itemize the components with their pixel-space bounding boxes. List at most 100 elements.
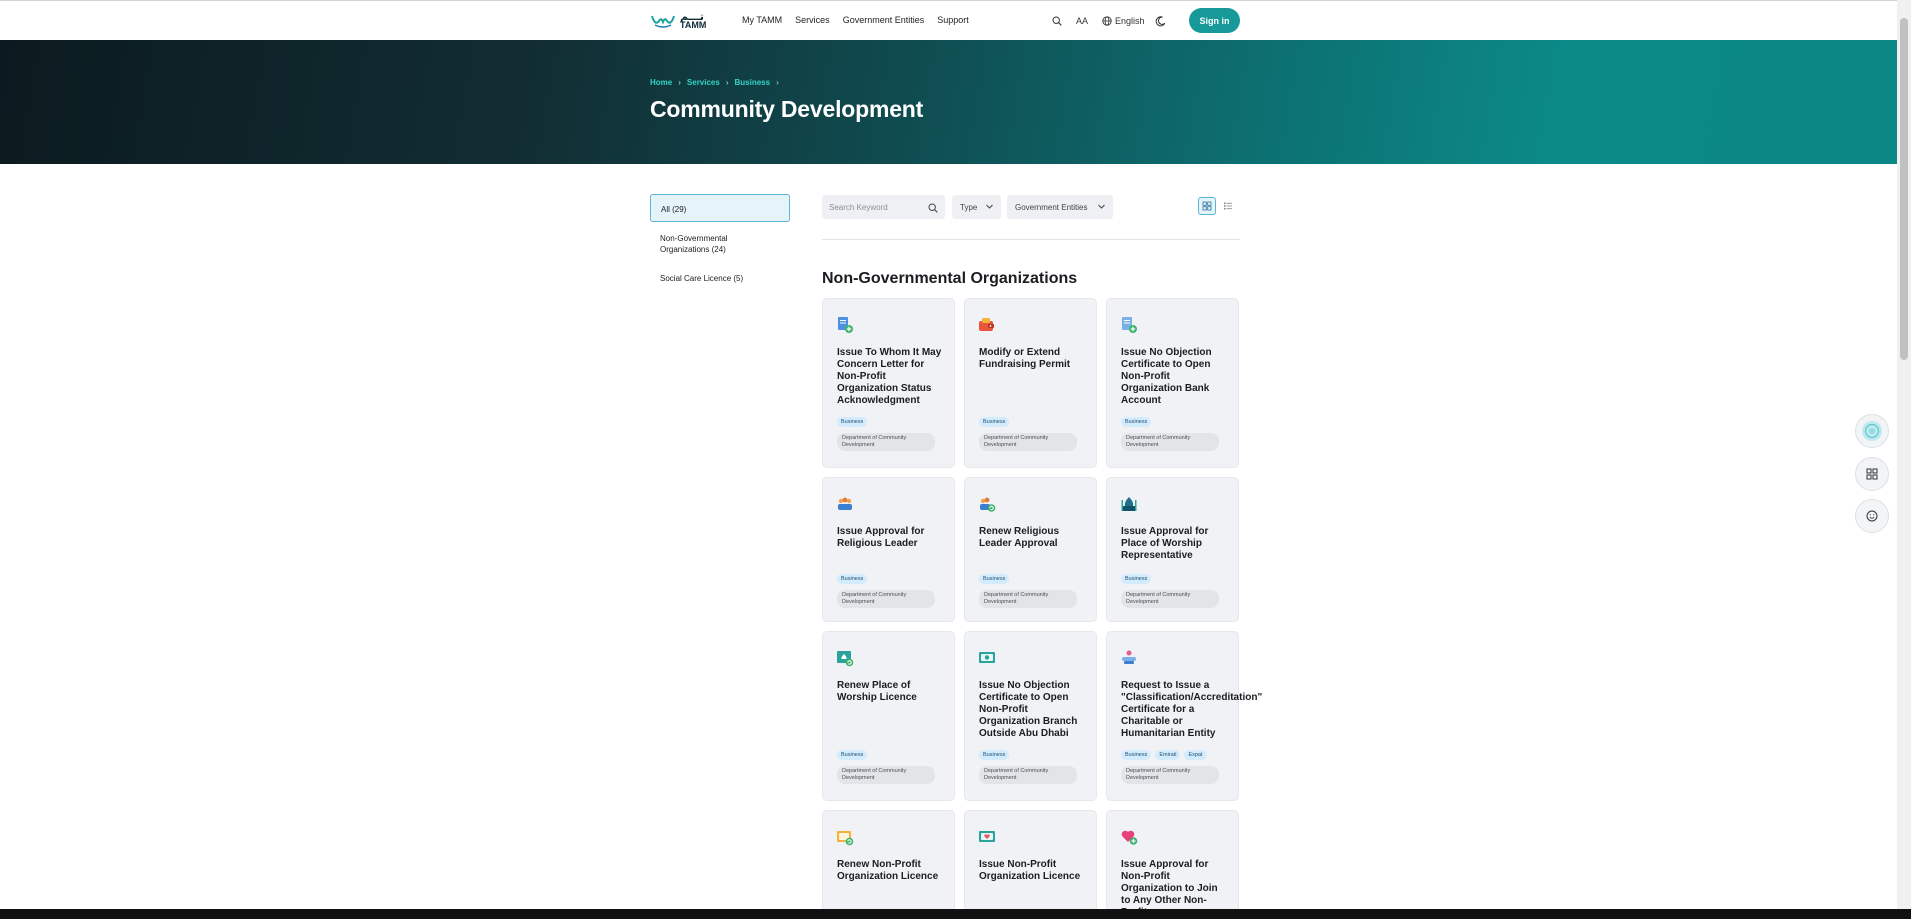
chevron-down-icon [1098,204,1105,209]
filter-social-care-licence[interactable]: Social Care Licence (5) [650,273,743,284]
money-certificate-icon [979,652,995,663]
apps-grid-button[interactable] [1855,457,1889,491]
people-group-icon [838,497,852,510]
service-card[interactable]: Renew Religious Leader Approval Business… [964,477,1097,622]
service-card[interactable]: Issue Approval for Religious Leader Busi… [822,477,955,622]
chevron-down-icon [986,204,993,209]
card-title: Renew Place of Worship Licence [837,680,917,703]
card-title: Renew Religious Leader Approval [979,526,1060,549]
language-label: English [1115,16,1145,26]
list-icon [1224,202,1232,210]
fundraising-wallet-icon [979,318,994,331]
document-plus-icon [1122,317,1137,333]
grid-icon [1866,468,1878,480]
card-entity: Department of Community Development [837,433,935,451]
nav-government-entities[interactable]: Government Entities [843,15,925,25]
card-tags: Business [1121,574,1152,584]
type-dropdown-label: Type [960,202,978,212]
service-card[interactable]: Renew Place of Worship Licence Business … [822,631,955,801]
people-refresh-icon [980,497,996,512]
breadcrumb-separator-icon: › [725,78,729,87]
card-entity: Department of Community Development [837,766,935,784]
card-tags: Business [979,417,1010,427]
filter-all[interactable]: All (29) [650,194,790,222]
card-entity: Department of Community Development [837,590,935,608]
logo-text: TAMM [680,20,707,30]
breadcrumb-business[interactable]: Business [735,78,771,87]
sign-in-button[interactable]: Sign in [1189,8,1240,33]
card-tag: Expat [1184,750,1207,760]
card-tag: Business [1121,574,1152,584]
assistant-avatar-button[interactable] [1855,414,1889,448]
card-tags: Business [837,417,868,427]
text-size-button[interactable]: AA [1076,16,1088,26]
government-entities-dropdown-label: Government Entities [1015,202,1088,212]
list-view-button[interactable] [1219,197,1237,215]
card-tag: Business [837,417,868,427]
card-tag: Business [837,574,868,584]
card-tags: Business [837,750,868,760]
nav-my-tamm[interactable]: My TAMM [742,15,782,25]
card-title: Issue Approval for Religious Leader [837,526,925,549]
filter-non-governmental-organizations[interactable]: Non-Governmental Organizations (24) [650,233,750,255]
tamm-logo[interactable]: تـــم TAMM [650,11,706,31]
mosque-certificate-icon [837,651,854,667]
service-card[interactable]: Modify or Extend Fundraising Permit Busi… [964,298,1097,468]
feedback-button[interactable] [1855,499,1889,533]
government-entities-dropdown[interactable]: Government Entities [1007,195,1113,219]
search-icon[interactable] [928,200,938,218]
language-selector[interactable]: English [1102,16,1145,26]
card-tag: Business [979,574,1010,584]
card-tag: Business [837,750,868,760]
service-card[interactable]: Issue No Objection Certificate to Open N… [964,631,1097,801]
page-title: Community Development [650,96,924,122]
main-nav: My TAMM Services Government Entities Sup… [742,15,969,25]
globe-icon [1102,16,1112,26]
card-entity: Department of Community Development [1121,433,1219,451]
card-tag: Emirati [1155,750,1181,760]
dark-mode-icon[interactable] [1154,14,1168,28]
card-tags: Business Emirati Expat [1121,750,1207,760]
service-card[interactable]: Issue Non-Profit Organization Licence [964,810,1097,909]
licence-heart-icon [979,831,995,842]
card-title: Issue No Objection Certificate to Open N… [1121,347,1212,406]
card-tags: Business [979,574,1010,584]
service-card[interactable]: Renew Non-Profit Organization Licence [822,810,955,909]
page: تـــم TAMM My TAMM Services Government E… [0,0,1911,909]
card-tags: Business [1121,417,1152,427]
header-tools: AA English [1050,10,1168,32]
card-entity: Department of Community Development [979,590,1077,608]
service-card[interactable]: Issue No Objection Certificate to Open N… [1106,298,1239,468]
card-tag: Business [1121,750,1152,760]
service-card[interactable]: Issue To Whom It May Concern Letter for … [822,298,955,468]
card-title: Issue Approval for Place of Worship Repr… [1121,526,1209,561]
card-tags: Business [979,750,1010,760]
grid-view-button[interactable] [1198,197,1216,215]
search-box [822,195,945,219]
charity-hands-icon [1122,650,1136,664]
heart-plus-icon [1121,830,1138,845]
search-input[interactable] [829,200,924,214]
type-dropdown[interactable]: Type [952,195,1001,219]
toolbar-divider [822,239,1240,240]
hero-banner: Home › Services › Business › Community D… [0,40,1897,164]
breadcrumb: Home › Services › Business › [650,78,779,87]
mosque-icon [1121,497,1137,511]
card-tag: Business [1121,417,1152,427]
breadcrumb-services[interactable]: Services [687,78,720,87]
site-header: تـــم TAMM My TAMM Services Government E… [0,1,1897,40]
service-card[interactable]: Issue Approval for Place of Worship Repr… [1106,477,1239,622]
service-card[interactable]: Issue Approval for Non-Profit Organizati… [1106,810,1239,909]
smiley-icon [1866,510,1878,522]
scrollbar-thumb[interactable] [1900,18,1908,360]
card-entity: Department of Community Development [1121,766,1219,784]
breadcrumb-home[interactable]: Home [650,78,672,87]
nav-support[interactable]: Support [937,15,969,25]
grid-icon [1202,201,1212,211]
document-plus-icon [838,317,853,333]
service-card[interactable]: Request to Issue a "Classification/Accre… [1106,631,1262,801]
search-icon[interactable] [1050,14,1064,28]
card-title: Issue Non-Profit Organization Licence [979,859,1081,882]
bottom-bar [0,909,1911,919]
nav-services[interactable]: Services [795,15,830,25]
